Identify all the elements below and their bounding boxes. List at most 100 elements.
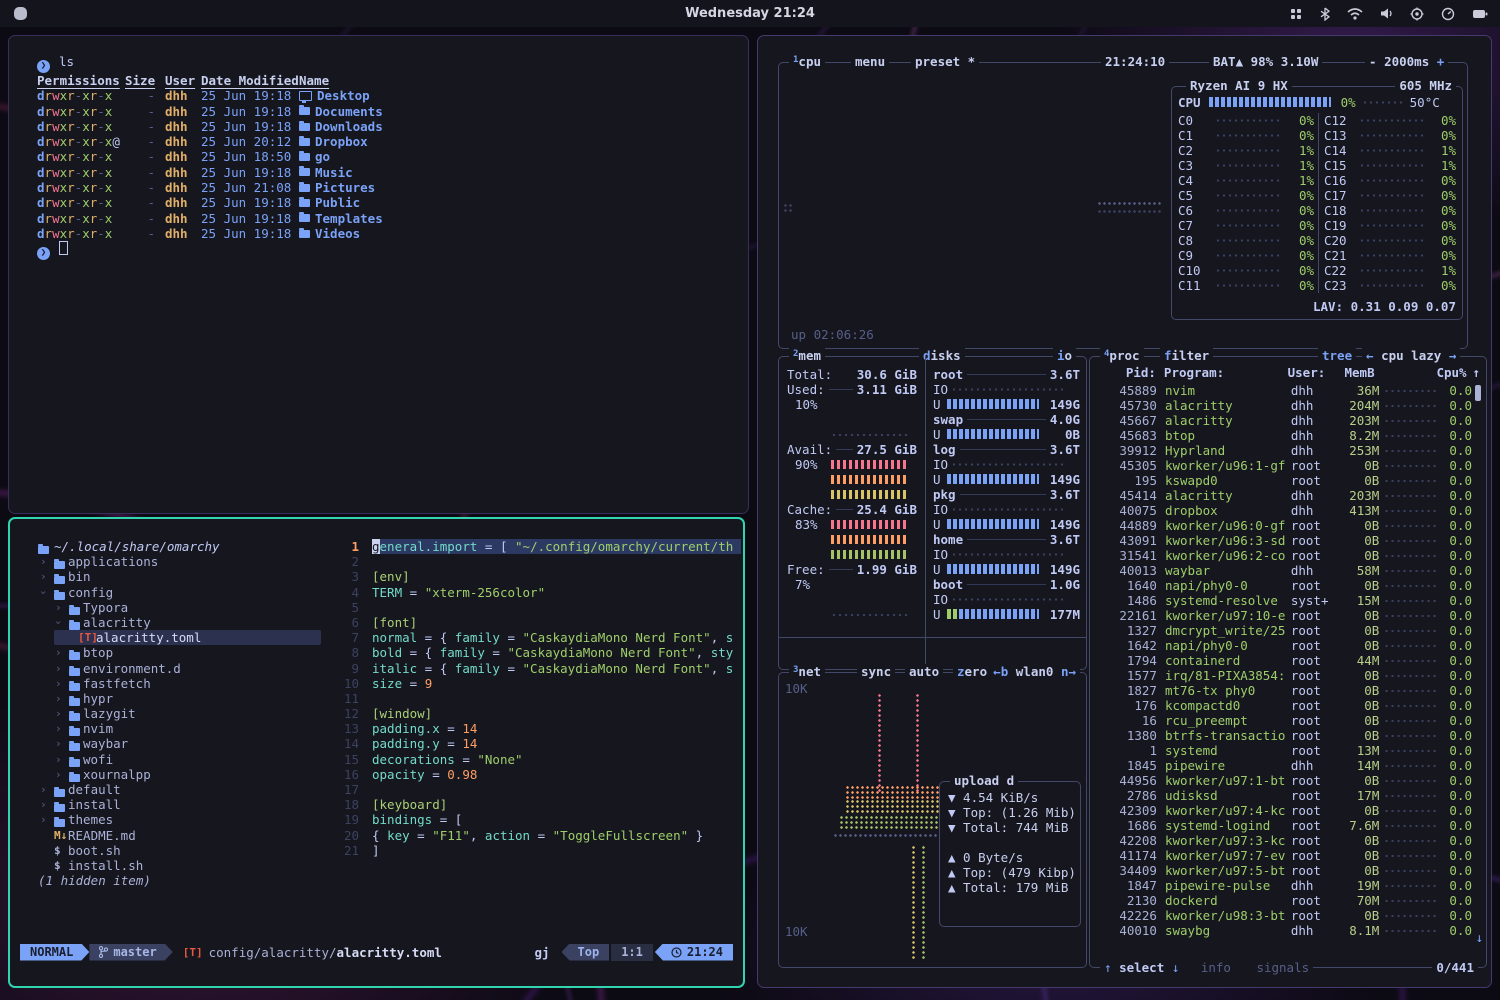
tree-item-lazygit[interactable]: ›lazygit [10, 706, 335, 721]
select-down-icon[interactable]: ↓ [1172, 960, 1180, 975]
tree-item-bin[interactable]: ›bin [10, 569, 335, 584]
chevron-right-icon[interactable]: › [55, 600, 62, 615]
process-row[interactable]: 39912Hyprlanddhh253M0.0 [1096, 443, 1472, 458]
chevron-right-icon[interactable]: › [40, 812, 47, 827]
bluetooth-icon[interactable] [1320, 7, 1330, 21]
chevron-right-icon[interactable]: › [55, 767, 62, 782]
chevron-right-icon[interactable]: › [40, 569, 47, 584]
code-line[interactable]: 18[keyboard] [335, 797, 741, 812]
proc-filter-button[interactable]: filter [1160, 348, 1213, 363]
code-line[interactable]: 21] [335, 843, 741, 858]
code-line[interactable]: 16opacity = 0.98 [335, 767, 741, 782]
process-row[interactable]: 2786udisksdroot17M0.0 [1096, 788, 1472, 803]
process-row[interactable]: 45730alacrittydhh204M0.0 [1096, 398, 1472, 413]
process-row[interactable]: 45305kworker/u96:1-gfroot0B0.0 [1096, 458, 1472, 473]
process-row[interactable]: 45414alacrittydhh203M0.0 [1096, 488, 1472, 503]
menu-button[interactable]: menu [851, 54, 889, 69]
net-interface[interactable]: ←b wlan0 n→ [989, 664, 1080, 679]
tree-item-wofi[interactable]: ›wofi [10, 752, 335, 767]
tree-item-install[interactable]: ›install [10, 797, 335, 812]
proc-tree-toggle[interactable]: tree [1318, 348, 1356, 363]
chevron-down-icon[interactable]: › [51, 619, 66, 626]
tree-item-btop[interactable]: ›btop [10, 645, 335, 660]
refresh-interval[interactable]: - 2000ms + [1365, 54, 1448, 69]
chevron-right-icon[interactable]: › [40, 797, 47, 812]
code-line[interactable]: 20{ key = "F11", action = "ToggleFullscr… [335, 828, 741, 843]
wifi-icon[interactable] [1347, 8, 1363, 20]
file-row[interactable]: drwxr-xr-x-dhh25 Jun 19:18Desktop [37, 88, 738, 103]
chevron-right-icon[interactable]: › [55, 645, 62, 660]
process-row[interactable]: 45683btopdhh8.2M0.0 [1096, 428, 1472, 443]
git-branch[interactable]: master [89, 944, 172, 961]
process-row[interactable]: 1380btrfs-transactioroot0B0.0 [1096, 728, 1472, 743]
btop-window[interactable]: 1cpu menu preset * 21:24:10 BAT▲ 98% 3.1… [757, 35, 1492, 988]
process-row[interactable]: 40075dropboxdhh413M0.0 [1096, 503, 1472, 518]
tab-io[interactable]: io [1053, 348, 1076, 363]
process-row[interactable]: 16rcu_preemptroot0B0.0 [1096, 713, 1472, 728]
tab-cpu[interactable]: 1cpu [789, 54, 825, 69]
process-row[interactable]: 41174kworker/u97:7-evroot0B0.0 [1096, 848, 1472, 863]
chevron-down-icon[interactable]: › [36, 589, 51, 596]
process-row[interactable]: 1827mt76-tx phy0root0B0.0 [1096, 683, 1472, 698]
code-line[interactable]: 3[env] [335, 569, 741, 584]
sort-direction-icon[interactable]: ↑ [1472, 365, 1480, 380]
volume-icon[interactable] [1380, 7, 1393, 20]
tab-mem[interactable]: 2mem [789, 348, 825, 363]
screen-record-icon[interactable] [1410, 7, 1424, 21]
col-pid[interactable]: Pid: [1096, 365, 1156, 380]
gauge-icon[interactable] [1441, 7, 1455, 21]
file-row[interactable]: drwxr-xr-x-dhh25 Jun 21:08Pictures [37, 180, 738, 195]
process-row[interactable]: 195kswapd0root0B0.0 [1096, 473, 1472, 488]
file-row[interactable]: drwxr-xr-x-dhh25 Jun 19:18Music [37, 165, 738, 180]
chevron-right-icon[interactable]: › [40, 782, 47, 797]
select-up-icon[interactable]: ↑ [1104, 960, 1112, 975]
tree-item-boot-sh[interactable]: $boot.sh [10, 843, 335, 858]
tree-item-themes[interactable]: ›themes [10, 812, 335, 827]
process-row[interactable]: 40013waybardhh58M0.0 [1096, 563, 1472, 578]
terminal-window-ls[interactable]: ❯lsPermissionsSizeUserDate ModifiedNamed… [8, 35, 749, 514]
col-cpu[interactable]: Cpu% [1436, 365, 1466, 380]
chevron-right-icon[interactable]: › [55, 736, 62, 751]
col-user[interactable]: User: [1288, 365, 1332, 380]
file-row[interactable]: drwxr-xr-x@-dhh25 Jun 20:12Dropbox [37, 134, 738, 149]
tab-proc[interactable]: 4proc [1100, 348, 1144, 363]
process-row[interactable]: 22161kworker/u97:10-eroot0B0.0 [1096, 608, 1472, 623]
process-row[interactable]: 45667alacrittydhh203M0.0 [1096, 413, 1472, 428]
updates-icon[interactable] [1289, 7, 1303, 21]
code-line[interactable]: 8bold = { family = "CaskaydiaMono Nerd F… [335, 645, 741, 660]
code-line[interactable]: 11 [335, 691, 741, 706]
tree-item-install-sh[interactable]: $install.sh [10, 858, 335, 873]
editor-window[interactable]: ~/.local/share/omarchy›applications›bin›… [8, 517, 745, 988]
tree-item-alacritty[interactable]: ›alacritty [10, 615, 335, 630]
file-row[interactable]: drwxr-xr-x-dhh25 Jun 18:50go [37, 149, 738, 164]
process-row[interactable]: 1642napi/phy0-0root0B0.0 [1096, 638, 1472, 653]
tree-item-environment-d[interactable]: ›environment.d [10, 661, 335, 676]
process-row[interactable]: 1847pipewire-pulsedhh19M0.0 [1096, 878, 1472, 893]
info-button[interactable]: info [1201, 960, 1231, 975]
code-line[interactable]: 1general.import = [ "~/.config/omarchy/c… [335, 539, 741, 554]
chevron-right-icon[interactable]: › [40, 554, 47, 569]
process-row[interactable]: 1640napi/phy0-0root0B0.0 [1096, 578, 1472, 593]
process-row[interactable]: 40010swaybgdhh8.1M0.0 [1096, 923, 1472, 938]
tree-item-readme-md[interactable]: M↓README.md [10, 828, 335, 843]
chevron-right-icon[interactable]: › [55, 752, 62, 767]
col-memb[interactable]: MemB [1332, 365, 1375, 380]
code-line[interactable]: 5 [335, 600, 741, 615]
col-program[interactable]: Program: [1164, 365, 1288, 380]
tab-net[interactable]: 3net [789, 664, 825, 679]
net-auto-toggle[interactable]: auto [905, 664, 943, 679]
process-row[interactable]: 42309kworker/u97:4-kcroot0B0.0 [1096, 803, 1472, 818]
code-line[interactable]: 14padding.y = 14 [335, 736, 741, 751]
process-row[interactable]: 42208kworker/u97:3-kcroot0B0.0 [1096, 833, 1472, 848]
code-line[interactable]: 7normal = { family = "CaskaydiaMono Nerd… [335, 630, 741, 645]
file-row[interactable]: drwxr-xr-x-dhh25 Jun 19:18Public [37, 195, 738, 210]
tree-item-default[interactable]: ›default [10, 782, 335, 797]
code-line[interactable]: 4TERM = "xterm-256color" [335, 585, 741, 600]
tree-item-config[interactable]: ›config [10, 585, 335, 600]
process-row[interactable]: 1845pipewiredhh14M0.0 [1096, 758, 1472, 773]
process-row[interactable]: 34409kworker/u97:5-btroot0B0.0 [1096, 863, 1472, 878]
tree-item-applications[interactable]: ›applications [10, 554, 335, 569]
process-row[interactable]: 1327dmcrypt_write/25root0B0.0 [1096, 623, 1472, 638]
process-row[interactable]: 1systemdroot13M0.0 [1096, 743, 1472, 758]
code-line[interactable]: 10size = 9 [335, 676, 741, 691]
